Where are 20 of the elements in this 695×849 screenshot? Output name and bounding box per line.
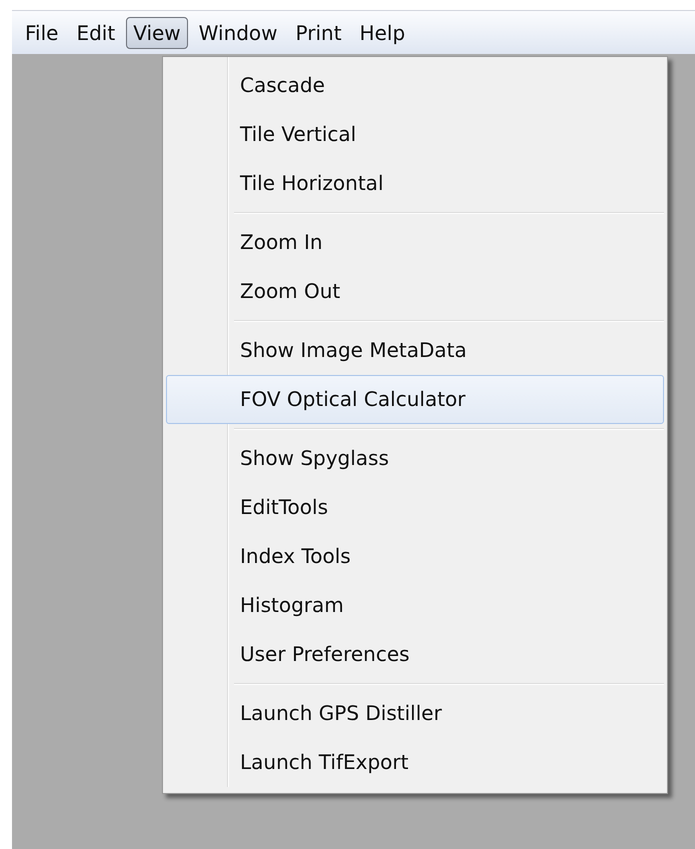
menu-item[interactable]: Zoom In — [166, 218, 664, 267]
menu-item[interactable]: EditTools — [166, 483, 664, 532]
menu-title[interactable]: Edit — [69, 16, 122, 48]
menu-title[interactable]: Help — [352, 16, 412, 48]
menu-item[interactable]: Show Spyglass — [166, 434, 664, 483]
menu-item[interactable]: Histogram — [166, 581, 664, 630]
menu-item[interactable]: Launch TifExport — [166, 738, 664, 787]
menu-item[interactable]: Launch GPS Distiller — [166, 689, 664, 738]
menu-item[interactable]: Tile Vertical — [166, 110, 664, 159]
menu-item[interactable]: FOV Optical Calculator — [166, 375, 664, 424]
menu-item[interactable]: Zoom Out — [166, 267, 664, 316]
menu-item[interactable]: Index Tools — [166, 532, 664, 581]
menu-item[interactable]: Show Image MetaData — [166, 326, 664, 375]
menu-item[interactable]: Tile Horizontal — [166, 159, 664, 208]
menu-title[interactable]: Window — [192, 16, 285, 48]
menu-title[interactable]: File — [18, 16, 66, 48]
menu-title[interactable]: View — [126, 16, 188, 48]
menu-item[interactable]: Cascade — [166, 61, 664, 110]
menu-title[interactable]: Print — [288, 16, 349, 48]
menu-item[interactable]: User Preferences — [166, 630, 664, 679]
